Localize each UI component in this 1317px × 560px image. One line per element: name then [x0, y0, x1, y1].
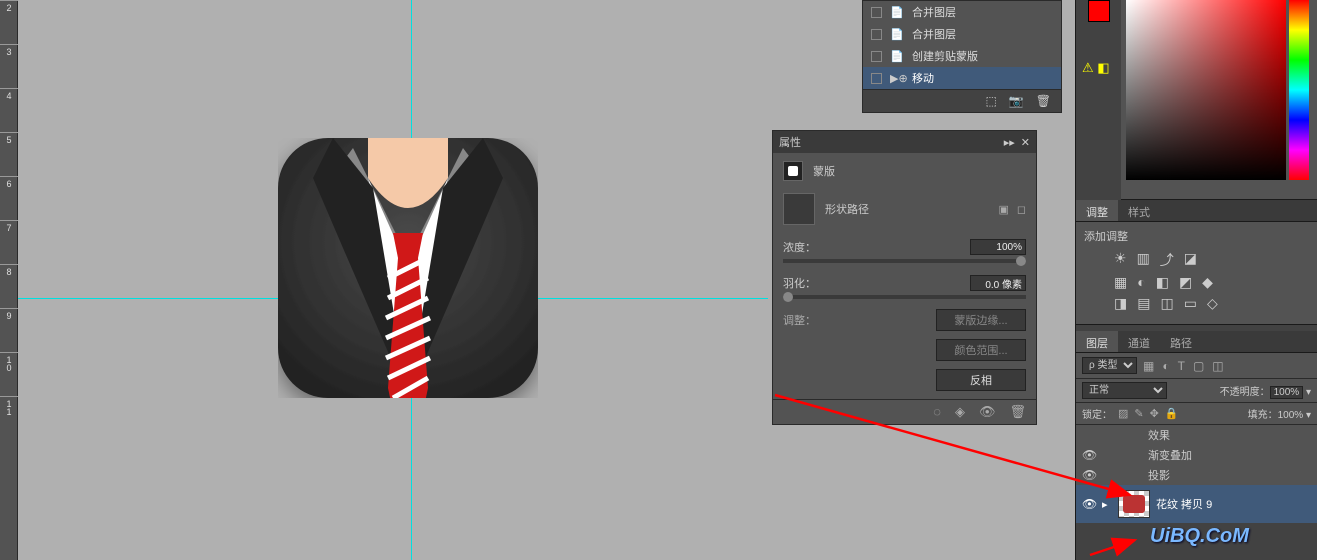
filter-pixel-icon[interactable]: ▦ — [1141, 359, 1156, 373]
trash-icon[interactable]: 🗑 — [1036, 94, 1051, 108]
feather-input[interactable] — [970, 275, 1026, 291]
path-thumb[interactable] — [783, 193, 815, 225]
right-column: ⚠ ◧ 调整 样式 添加调整 ☀ ▥ ⤴ ◪ ▦ ◐ ◧ ◩ ◆ ◨ ▤ ◫ ▭… — [1075, 0, 1317, 560]
tab-adjustments[interactable]: 调整 — [1076, 200, 1118, 221]
brightness-icon[interactable]: ☀ — [1114, 250, 1127, 270]
hue-icon[interactable]: ◐ — [1137, 274, 1145, 291]
add-adjustment-label: 添加调整 — [1084, 228, 1309, 244]
delete-mask-icon[interactable]: 🗑 — [1009, 404, 1026, 420]
feather-slider[interactable] — [783, 295, 1026, 299]
feather-label: 羽化： — [783, 275, 816, 291]
tab-layers[interactable]: 图层 — [1076, 331, 1118, 352]
pixel-mask-icon[interactable]: ▣ — [998, 203, 1008, 216]
color-picker[interactable] — [1126, 0, 1286, 180]
opacity-value[interactable]: 100% — [1270, 386, 1304, 399]
exposure-icon[interactable]: ◪ — [1184, 250, 1197, 270]
fill-label: 填充： — [1248, 410, 1278, 421]
layers-tabs: 图层 通道 路径 — [1076, 331, 1317, 353]
posterize-icon[interactable]: ▤ — [1137, 295, 1150, 312]
layer-pattern-copy9[interactable]: 👁 ▸ 花纹 拷贝 9 — [1076, 485, 1317, 523]
toggle-mask-icon[interactable]: 👁 — [979, 404, 996, 420]
filter-smart-icon[interactable]: ◫ — [1210, 359, 1225, 373]
mask-edge-button[interactable]: 蒙版边缘... — [936, 309, 1026, 331]
layer-gradient-row[interactable]: 👁 渐变叠加 — [1076, 445, 1317, 465]
adjustments-panel: 添加调整 ☀ ▥ ⤴ ◪ ▦ ◐ ◧ ◩ ◆ ◨ ▤ ◫ ▭ ◇ — [1076, 222, 1317, 325]
tab-paths[interactable]: 路径 — [1160, 331, 1202, 352]
visibility-icon[interactable]: 👁 — [1082, 497, 1096, 511]
color-panel: ⚠ ◧ — [1076, 0, 1317, 200]
curves-icon[interactable]: ⤴ — [1160, 250, 1174, 270]
filter-kind-select[interactable]: ρ 类型 — [1082, 357, 1137, 374]
filter-adjust-icon[interactable]: ◐ — [1160, 359, 1171, 373]
canvas-area[interactable] — [18, 0, 768, 560]
menu-label: 合并图层 — [912, 26, 956, 42]
tab-channels[interactable]: 通道 — [1118, 331, 1160, 352]
camera-icon[interactable]: 📷 — [1009, 94, 1024, 108]
density-label: 浓度： — [783, 239, 816, 255]
invert-icon[interactable]: ◨ — [1114, 295, 1127, 312]
density-input[interactable] — [970, 239, 1026, 255]
channel-mixer-icon[interactable]: ◆ — [1202, 274, 1213, 291]
menu-item-merge1[interactable]: 📄合并图层 — [863, 1, 1061, 23]
shadow-label: 投影 — [1148, 467, 1170, 483]
path-label: 形状路径 — [825, 201, 869, 217]
suit-icon-artwork — [278, 138, 538, 398]
color-range-button[interactable]: 颜色范围... — [936, 339, 1026, 361]
new-icon[interactable]: ⬚ — [985, 94, 996, 108]
selective-color-icon[interactable]: ◇ — [1207, 295, 1218, 312]
hue-strip[interactable] — [1289, 0, 1309, 180]
bw-icon[interactable]: ◧ — [1156, 274, 1169, 291]
invert-button[interactable]: 反相 — [936, 369, 1026, 391]
tab-styles[interactable]: 样式 — [1118, 200, 1160, 221]
menu-label: 合并图层 — [912, 4, 956, 20]
menu-item-merge2[interactable]: 📄合并图层 — [863, 23, 1061, 45]
menu-item-clipmask[interactable]: 📄创建剪贴蒙版 — [863, 45, 1061, 67]
layer-name: 花纹 拷贝 9 — [1156, 496, 1212, 512]
gradient-map-icon[interactable]: ▭ — [1184, 295, 1197, 312]
lock-all-icon[interactable]: 🔒 — [1165, 407, 1179, 420]
photo-filter-icon[interactable]: ◩ — [1179, 274, 1192, 291]
filter-shape-icon[interactable]: ▢ — [1191, 359, 1206, 373]
vector-mask-icon[interactable]: ◻ — [1017, 203, 1026, 216]
apply-mask-icon[interactable]: ◈ — [955, 404, 965, 420]
layer-thumbnail[interactable] — [1118, 490, 1150, 518]
close-icon[interactable]: ✕ — [1021, 136, 1030, 149]
fill-value[interactable]: 100% — [1278, 410, 1304, 421]
collapse-icon[interactable]: ▸▸ — [1004, 136, 1015, 149]
threshold-icon[interactable]: ◫ — [1160, 295, 1173, 312]
menu-label: 移动 — [912, 70, 934, 86]
layer-fx-row[interactable]: 效果 — [1076, 425, 1317, 445]
visibility-icon[interactable]: 👁 — [1082, 468, 1096, 482]
lock-position-icon[interactable]: ✥ — [1150, 407, 1159, 420]
density-slider[interactable] — [783, 259, 1026, 263]
layers-panel: ρ 类型 ▦ ◐ T ▢ ◫ 正常 不透明度：100% ▾ 锁定： ▨ ✎ ✥ … — [1076, 353, 1317, 523]
adjust-label: 调整： — [783, 312, 816, 328]
visibility-icon[interactable]: 👁 — [1082, 448, 1096, 462]
select-mask-icon[interactable]: ◌ — [933, 404, 941, 420]
opacity-label: 不透明度： — [1220, 387, 1270, 398]
vibrance-icon[interactable]: ▦ — [1114, 274, 1127, 291]
ruler-vertical: 234567891011 — [0, 0, 18, 560]
gamut-warning-icon[interactable]: ⚠ ◧ — [1082, 60, 1110, 76]
lock-transparent-icon[interactable]: ▨ — [1118, 407, 1128, 420]
menu-item-move[interactable]: ▶⊕移动 — [863, 67, 1061, 89]
menu-label: 创建剪贴蒙版 — [912, 48, 978, 64]
watermark: UiBQ.CoM — [1150, 525, 1249, 548]
filter-text-icon[interactable]: T — [1176, 359, 1187, 373]
properties-title: 属性 — [779, 134, 801, 150]
adjust-tabs: 调整 样式 — [1076, 200, 1317, 222]
properties-panel: 属性 ▸▸ ✕ 蒙版 形状路径 ▣ ◻ 浓度： 羽化： — [772, 130, 1037, 425]
gradient-label: 渐变叠加 — [1148, 447, 1192, 463]
mask-label: 蒙版 — [813, 163, 835, 179]
blend-mode-select[interactable]: 正常 — [1082, 382, 1167, 399]
lock-paint-icon[interactable]: ✎ — [1134, 407, 1143, 420]
foreground-color[interactable] — [1088, 0, 1110, 22]
levels-icon[interactable]: ▥ — [1137, 250, 1150, 270]
layer-shadow-row[interactable]: 👁 投影 — [1076, 465, 1317, 485]
lock-label: 锁定： — [1082, 406, 1112, 421]
context-menu: 📄合并图层 📄合并图层 📄创建剪贴蒙版 ▶⊕移动 ⬚ 📷 🗑 — [862, 0, 1062, 113]
mask-thumb[interactable] — [783, 161, 803, 181]
fx-label: 效果 — [1148, 427, 1170, 443]
